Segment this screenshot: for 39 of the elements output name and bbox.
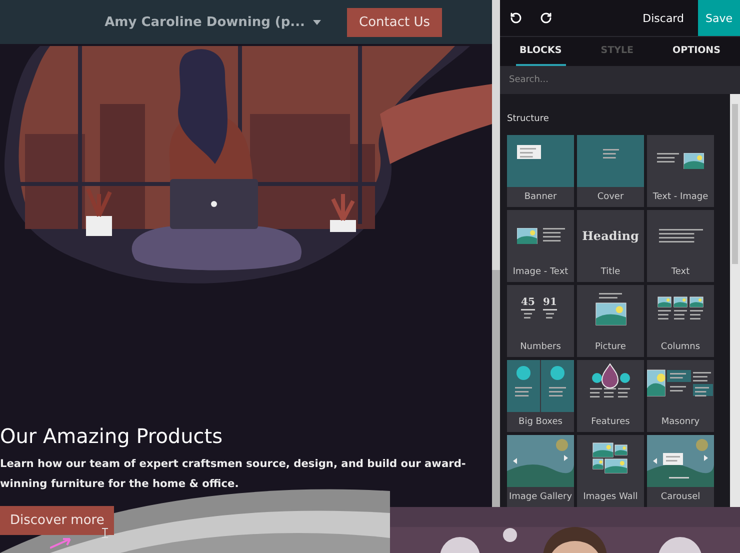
text-cursor-icon <box>102 528 108 538</box>
block-tile[interactable]: Text <box>647 210 714 282</box>
text-image-block-icon <box>657 153 704 169</box>
nav-dropdown[interactable]: Amy Caroline Downing (p... <box>104 14 321 30</box>
big-boxes-block-icon <box>507 360 574 412</box>
image-gallery-block-icon <box>507 435 574 487</box>
contact-us-button[interactable]: Contact Us <box>347 8 442 36</box>
page-scrollbar[interactable] <box>492 0 500 507</box>
block-tile[interactable]: Heading Title <box>577 210 644 282</box>
block-tile[interactable]: Big Boxes <box>507 360 574 432</box>
banner-block-icon <box>507 135 574 187</box>
undo-icon[interactable] <box>510 12 522 24</box>
discard-button[interactable]: Discard <box>628 0 698 36</box>
block-tile[interactable]: Features <box>577 360 644 432</box>
title-block-icon: Heading <box>577 210 644 262</box>
block-tile[interactable]: Image - Text <box>507 210 574 282</box>
block-tile[interactable]: Cover <box>577 135 644 207</box>
block-tile[interactable]: Columns <box>647 285 714 357</box>
block-tile[interactable]: 45 91 Numbers <box>507 285 574 357</box>
search-field[interactable]: Search... <box>500 66 740 94</box>
section-heading: Our Amazing Products <box>0 424 224 448</box>
panel-tab[interactable]: OPTIONS <box>668 37 724 66</box>
cover-block-icon <box>577 135 644 187</box>
section-description: Learn how our team of expert craftsmen source, design, and build our award-winning furniture for the home & office. <box>0 457 467 492</box>
block-tile[interactable]: Text - Image <box>647 135 714 207</box>
block-tile[interactable]: Image Gallery <box>507 435 574 507</box>
block-tile[interactable]: Masonry <box>647 360 714 432</box>
block-tile[interactable]: Carousel <box>647 435 714 507</box>
redo-icon[interactable] <box>540 12 552 24</box>
block-tile[interactable]: Picture <box>577 285 644 357</box>
discover-more-button[interactable]: Discover more <box>0 506 114 535</box>
block-tile[interactable]: Images Wall <box>577 435 644 507</box>
block-tile[interactable]: Banner <box>507 135 574 207</box>
caret-icon <box>313 20 321 24</box>
section-label: Structure <box>507 113 550 126</box>
carousel-block-icon <box>647 435 714 487</box>
text-block-icon <box>658 229 702 243</box>
panel-scrollbar[interactable] <box>730 94 740 507</box>
image-text-block-icon <box>516 228 564 244</box>
